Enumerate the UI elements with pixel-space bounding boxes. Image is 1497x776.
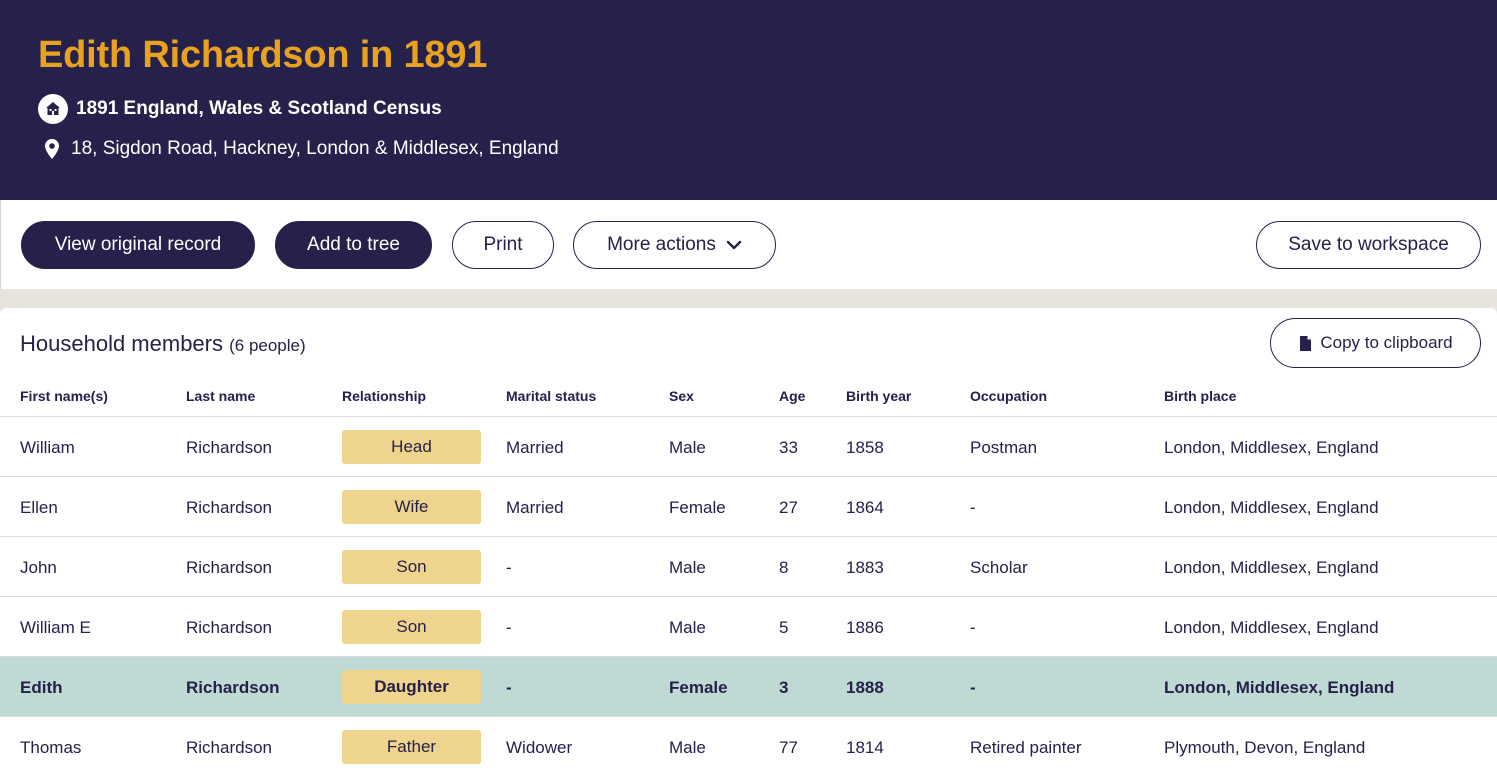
first-name-cell: Thomas bbox=[20, 738, 82, 757]
age-cell: 33 bbox=[779, 438, 798, 457]
birth-year-cell: 1858 bbox=[846, 438, 884, 457]
table-row[interactable]: Ellen Richardson Wife Married Female 27 … bbox=[0, 477, 1497, 537]
occupation-cell: - bbox=[970, 498, 976, 517]
sex-cell: Female bbox=[669, 678, 728, 697]
view-original-record-button[interactable]: View original record bbox=[21, 221, 255, 269]
occupation-cell: - bbox=[970, 618, 976, 637]
birth-year-cell: 1888 bbox=[846, 678, 884, 697]
first-name-cell: John bbox=[20, 558, 57, 577]
column-marital-status[interactable]: Marital status bbox=[506, 388, 596, 404]
first-name-cell: Ellen bbox=[20, 498, 58, 517]
action-toolbar: View original record Add to tree Print M… bbox=[0, 200, 1497, 289]
table-row[interactable]: William E Richardson Son - Male 5 1886 -… bbox=[0, 597, 1497, 657]
birth-place-cell: London, Middlesex, England bbox=[1164, 558, 1379, 577]
marital-status-cell: - bbox=[506, 558, 512, 577]
house-icon bbox=[38, 94, 68, 124]
age-cell: 5 bbox=[779, 618, 789, 637]
chevron-down-icon bbox=[726, 240, 742, 250]
relationship-badge: Wife bbox=[342, 490, 481, 524]
column-birth-place[interactable]: Birth place bbox=[1164, 388, 1236, 404]
census-collection: 1891 England, Wales & Scotland Census bbox=[38, 94, 442, 124]
last-name-cell: Richardson bbox=[186, 558, 272, 577]
occupation-cell: Postman bbox=[970, 438, 1038, 457]
copy-to-clipboard-button[interactable]: Copy to clipboard bbox=[1270, 318, 1481, 368]
occupation-cell: Scholar bbox=[970, 558, 1028, 577]
first-name-cell: William bbox=[20, 438, 75, 457]
relationship-badge: Head bbox=[342, 430, 481, 464]
occupation-cell: Retired painter bbox=[970, 738, 1082, 757]
table-row[interactable]: John Richardson Son - Male 8 1883 Schola… bbox=[0, 537, 1497, 597]
relationship-badge: Daughter bbox=[342, 670, 481, 704]
relationship-badge: Father bbox=[342, 730, 481, 764]
record-address: 18, Sigdon Road, Hackney, London & Middl… bbox=[38, 136, 559, 162]
column-sex[interactable]: Sex bbox=[669, 388, 694, 404]
household-members-card: Household members (6 people) Copy to cli… bbox=[0, 308, 1497, 776]
last-name-cell: Richardson bbox=[186, 438, 272, 457]
column-first-name[interactable]: First name(s) bbox=[20, 388, 108, 404]
table-row[interactable]: William Richardson Head Married Male 33 … bbox=[0, 417, 1497, 477]
birth-year-cell: 1814 bbox=[846, 738, 884, 757]
table-header: First name(s) Last name Relationship Mar… bbox=[0, 378, 1497, 417]
household-count: (6 people) bbox=[229, 336, 306, 355]
relationship-badge: Son bbox=[342, 550, 481, 584]
more-actions-label: More actions bbox=[607, 234, 716, 255]
more-actions-button[interactable]: More actions bbox=[573, 221, 776, 269]
first-name-cell: William E bbox=[20, 618, 91, 637]
record-address-label: 18, Sigdon Road, Hackney, London & Middl… bbox=[71, 138, 559, 159]
last-name-cell: Richardson bbox=[186, 678, 280, 697]
household-title-label: Household members bbox=[20, 331, 223, 356]
birth-year-cell: 1883 bbox=[846, 558, 884, 577]
relationship-badge: Son bbox=[342, 610, 481, 644]
marital-status-cell: - bbox=[506, 678, 512, 697]
marital-status-cell: - bbox=[506, 618, 512, 637]
birth-place-cell: Plymouth, Devon, England bbox=[1164, 738, 1366, 757]
sex-cell: Male bbox=[669, 558, 706, 577]
birth-place-cell: London, Middlesex, England bbox=[1164, 618, 1379, 637]
birth-place-cell: London, Middlesex, England bbox=[1164, 678, 1395, 697]
last-name-cell: Richardson bbox=[186, 618, 272, 637]
household-title: Household members (6 people) bbox=[20, 331, 306, 357]
page-title: Edith Richardson in 1891 bbox=[38, 34, 488, 76]
column-relationship[interactable]: Relationship bbox=[342, 388, 426, 404]
census-collection-label: 1891 England, Wales & Scotland Census bbox=[76, 98, 442, 119]
sex-cell: Female bbox=[669, 498, 726, 517]
add-to-tree-button[interactable]: Add to tree bbox=[275, 221, 432, 269]
marital-status-cell: Widower bbox=[506, 738, 573, 757]
sex-cell: Male bbox=[669, 438, 706, 457]
print-button[interactable]: Print bbox=[452, 221, 554, 269]
birth-place-cell: London, Middlesex, England bbox=[1164, 498, 1379, 517]
age-cell: 77 bbox=[779, 738, 798, 757]
sex-cell: Male bbox=[669, 738, 706, 757]
column-last-name[interactable]: Last name bbox=[186, 388, 255, 404]
age-cell: 27 bbox=[779, 498, 798, 517]
birth-year-cell: 1886 bbox=[846, 618, 884, 637]
save-to-workspace-button[interactable]: Save to workspace bbox=[1256, 221, 1481, 269]
table-row[interactable]: Thomas Richardson Father Widower Male 77… bbox=[0, 717, 1497, 776]
birth-year-cell: 1864 bbox=[846, 498, 884, 517]
marital-status-cell: Married bbox=[506, 438, 564, 457]
document-icon bbox=[1298, 335, 1312, 352]
marital-status-cell: Married bbox=[506, 498, 564, 517]
column-occupation[interactable]: Occupation bbox=[970, 388, 1047, 404]
table-row-highlighted[interactable]: Edith Richardson Daughter - Female 3 188… bbox=[0, 657, 1497, 717]
column-age[interactable]: Age bbox=[779, 388, 805, 404]
column-birth-year[interactable]: Birth year bbox=[846, 388, 911, 404]
sex-cell: Male bbox=[669, 618, 706, 637]
occupation-cell: - bbox=[970, 678, 976, 697]
first-name-cell: Edith bbox=[20, 678, 63, 697]
copy-to-clipboard-label: Copy to clipboard bbox=[1320, 333, 1453, 352]
last-name-cell: Richardson bbox=[186, 738, 272, 757]
record-header: Edith Richardson in 1891 1891 England, W… bbox=[0, 0, 1497, 200]
age-cell: 3 bbox=[779, 678, 789, 697]
birth-place-cell: London, Middlesex, England bbox=[1164, 438, 1379, 457]
last-name-cell: Richardson bbox=[186, 498, 272, 517]
age-cell: 8 bbox=[779, 558, 789, 577]
location-pin-icon bbox=[40, 136, 64, 162]
